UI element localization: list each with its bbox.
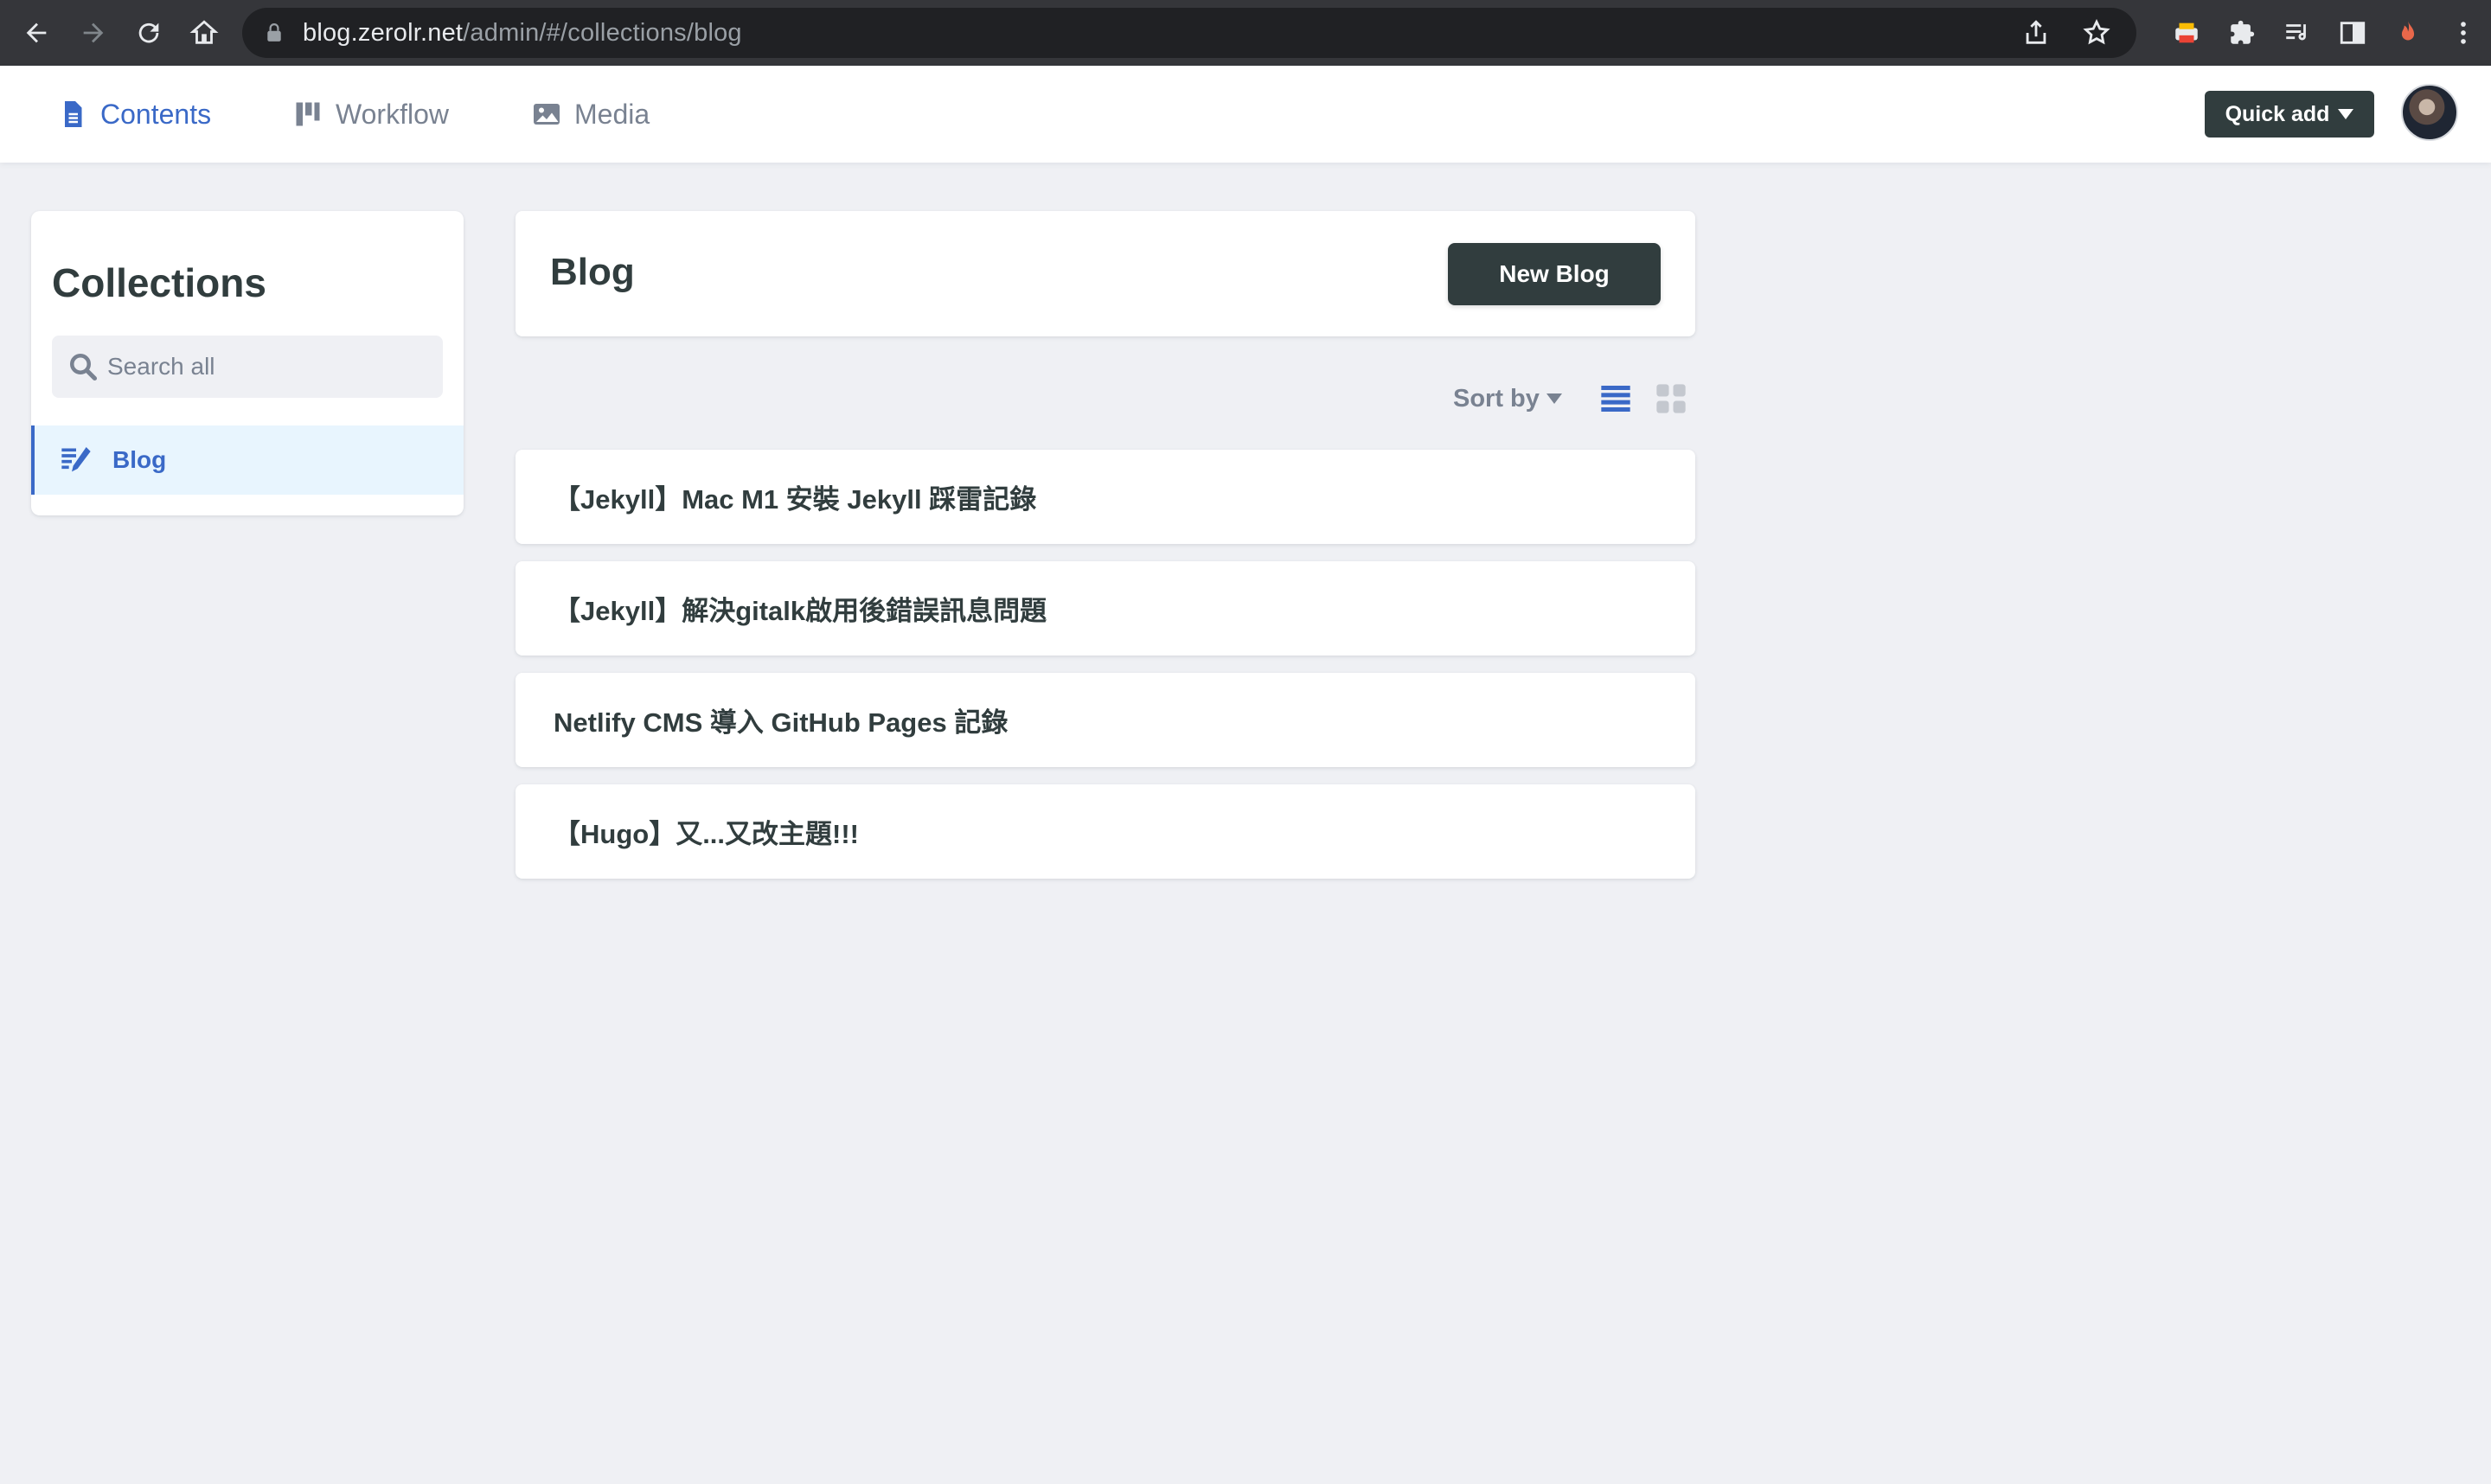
address-bar[interactable]: blog.zerolr.net/admin/#/collections/blog [242,8,2136,58]
list-item[interactable]: 【Jekyll】解決gitalk啟用後錯誤訊息問題 [515,561,1695,656]
collection-top-card: Blog New Blog [515,211,1695,336]
view-controls: Sort by [1453,377,1690,420]
sort-by-label: Sort by [1453,384,1540,413]
quick-add-button[interactable]: Quick add [2205,91,2374,138]
nav-contents-label: Contents [100,98,212,130]
extension-printer-icon[interactable] [2159,5,2214,61]
nav-media-label: Media [574,98,650,130]
write-icon [61,447,91,472]
nav-workflow-label: Workflow [336,98,449,130]
search-icon [70,354,98,381]
url-text: blog.zerolr.net/admin/#/collections/blog [303,19,742,48]
side-panel-icon[interactable] [2325,5,2380,61]
sidebar-item-blog[interactable]: Blog [31,425,464,495]
list-view-icon[interactable] [1597,380,1635,418]
nav-media[interactable]: Media [531,66,650,163]
list-item[interactable]: 【Hugo】又...又改主題!!! [515,784,1695,879]
home-icon[interactable] [176,5,232,61]
app-header: Contents Workflow Media Quick add [0,66,2491,163]
lock-icon[interactable] [266,21,285,45]
quick-add-label: Quick add [2225,101,2330,126]
reload-icon[interactable] [121,5,176,61]
image-icon [534,104,560,125]
profile-flame-icon[interactable] [2380,5,2436,61]
list-item[interactable]: 【Jekyll】Mac M1 安裝 Jekyll 踩雷記錄 [515,450,1695,544]
sort-by-dropdown[interactable]: Sort by [1453,385,1562,413]
forward-arrow-icon[interactable] [66,5,121,61]
nav-workflow[interactable]: Workflow [292,66,449,163]
search-box[interactable] [52,336,443,398]
caret-down-icon [2338,109,2354,119]
collections-sidebar: Collections Blog [31,211,464,515]
grid-view-icon[interactable] [1652,380,1690,418]
document-icon [65,101,82,127]
share-icon[interactable] [2008,5,2064,61]
kanban-icon [296,102,320,126]
extensions-puzzle-icon[interactable] [2214,5,2270,61]
url-path: /admin/#/collections/blog [463,18,742,47]
list-item[interactable]: Netlify CMS 導入 GitHub Pages 記錄 [515,673,1695,767]
search-input[interactable] [107,353,419,381]
sidebar-item-label: Blog [112,446,167,473]
caret-down-icon [1546,393,1562,404]
browser-toolbar: blog.zerolr.net/admin/#/collections/blog [0,0,2491,66]
browser-menu-icon[interactable] [2436,5,2491,61]
sidebar-title: Collections [52,260,266,305]
avatar[interactable] [2401,84,2458,141]
url-host: blog.zerolr.net [303,18,464,47]
new-entry-button[interactable]: New Blog [1448,243,1661,305]
bookmark-star-icon[interactable] [2069,5,2124,61]
page-title: Blog [550,251,635,293]
nav-contents[interactable]: Contents [57,66,211,163]
back-arrow-icon[interactable] [9,5,64,61]
media-queue-icon[interactable] [2270,5,2325,61]
entry-list: 【Jekyll】Mac M1 安裝 Jekyll 踩雷記錄 【Jekyll】解決… [515,450,1695,896]
